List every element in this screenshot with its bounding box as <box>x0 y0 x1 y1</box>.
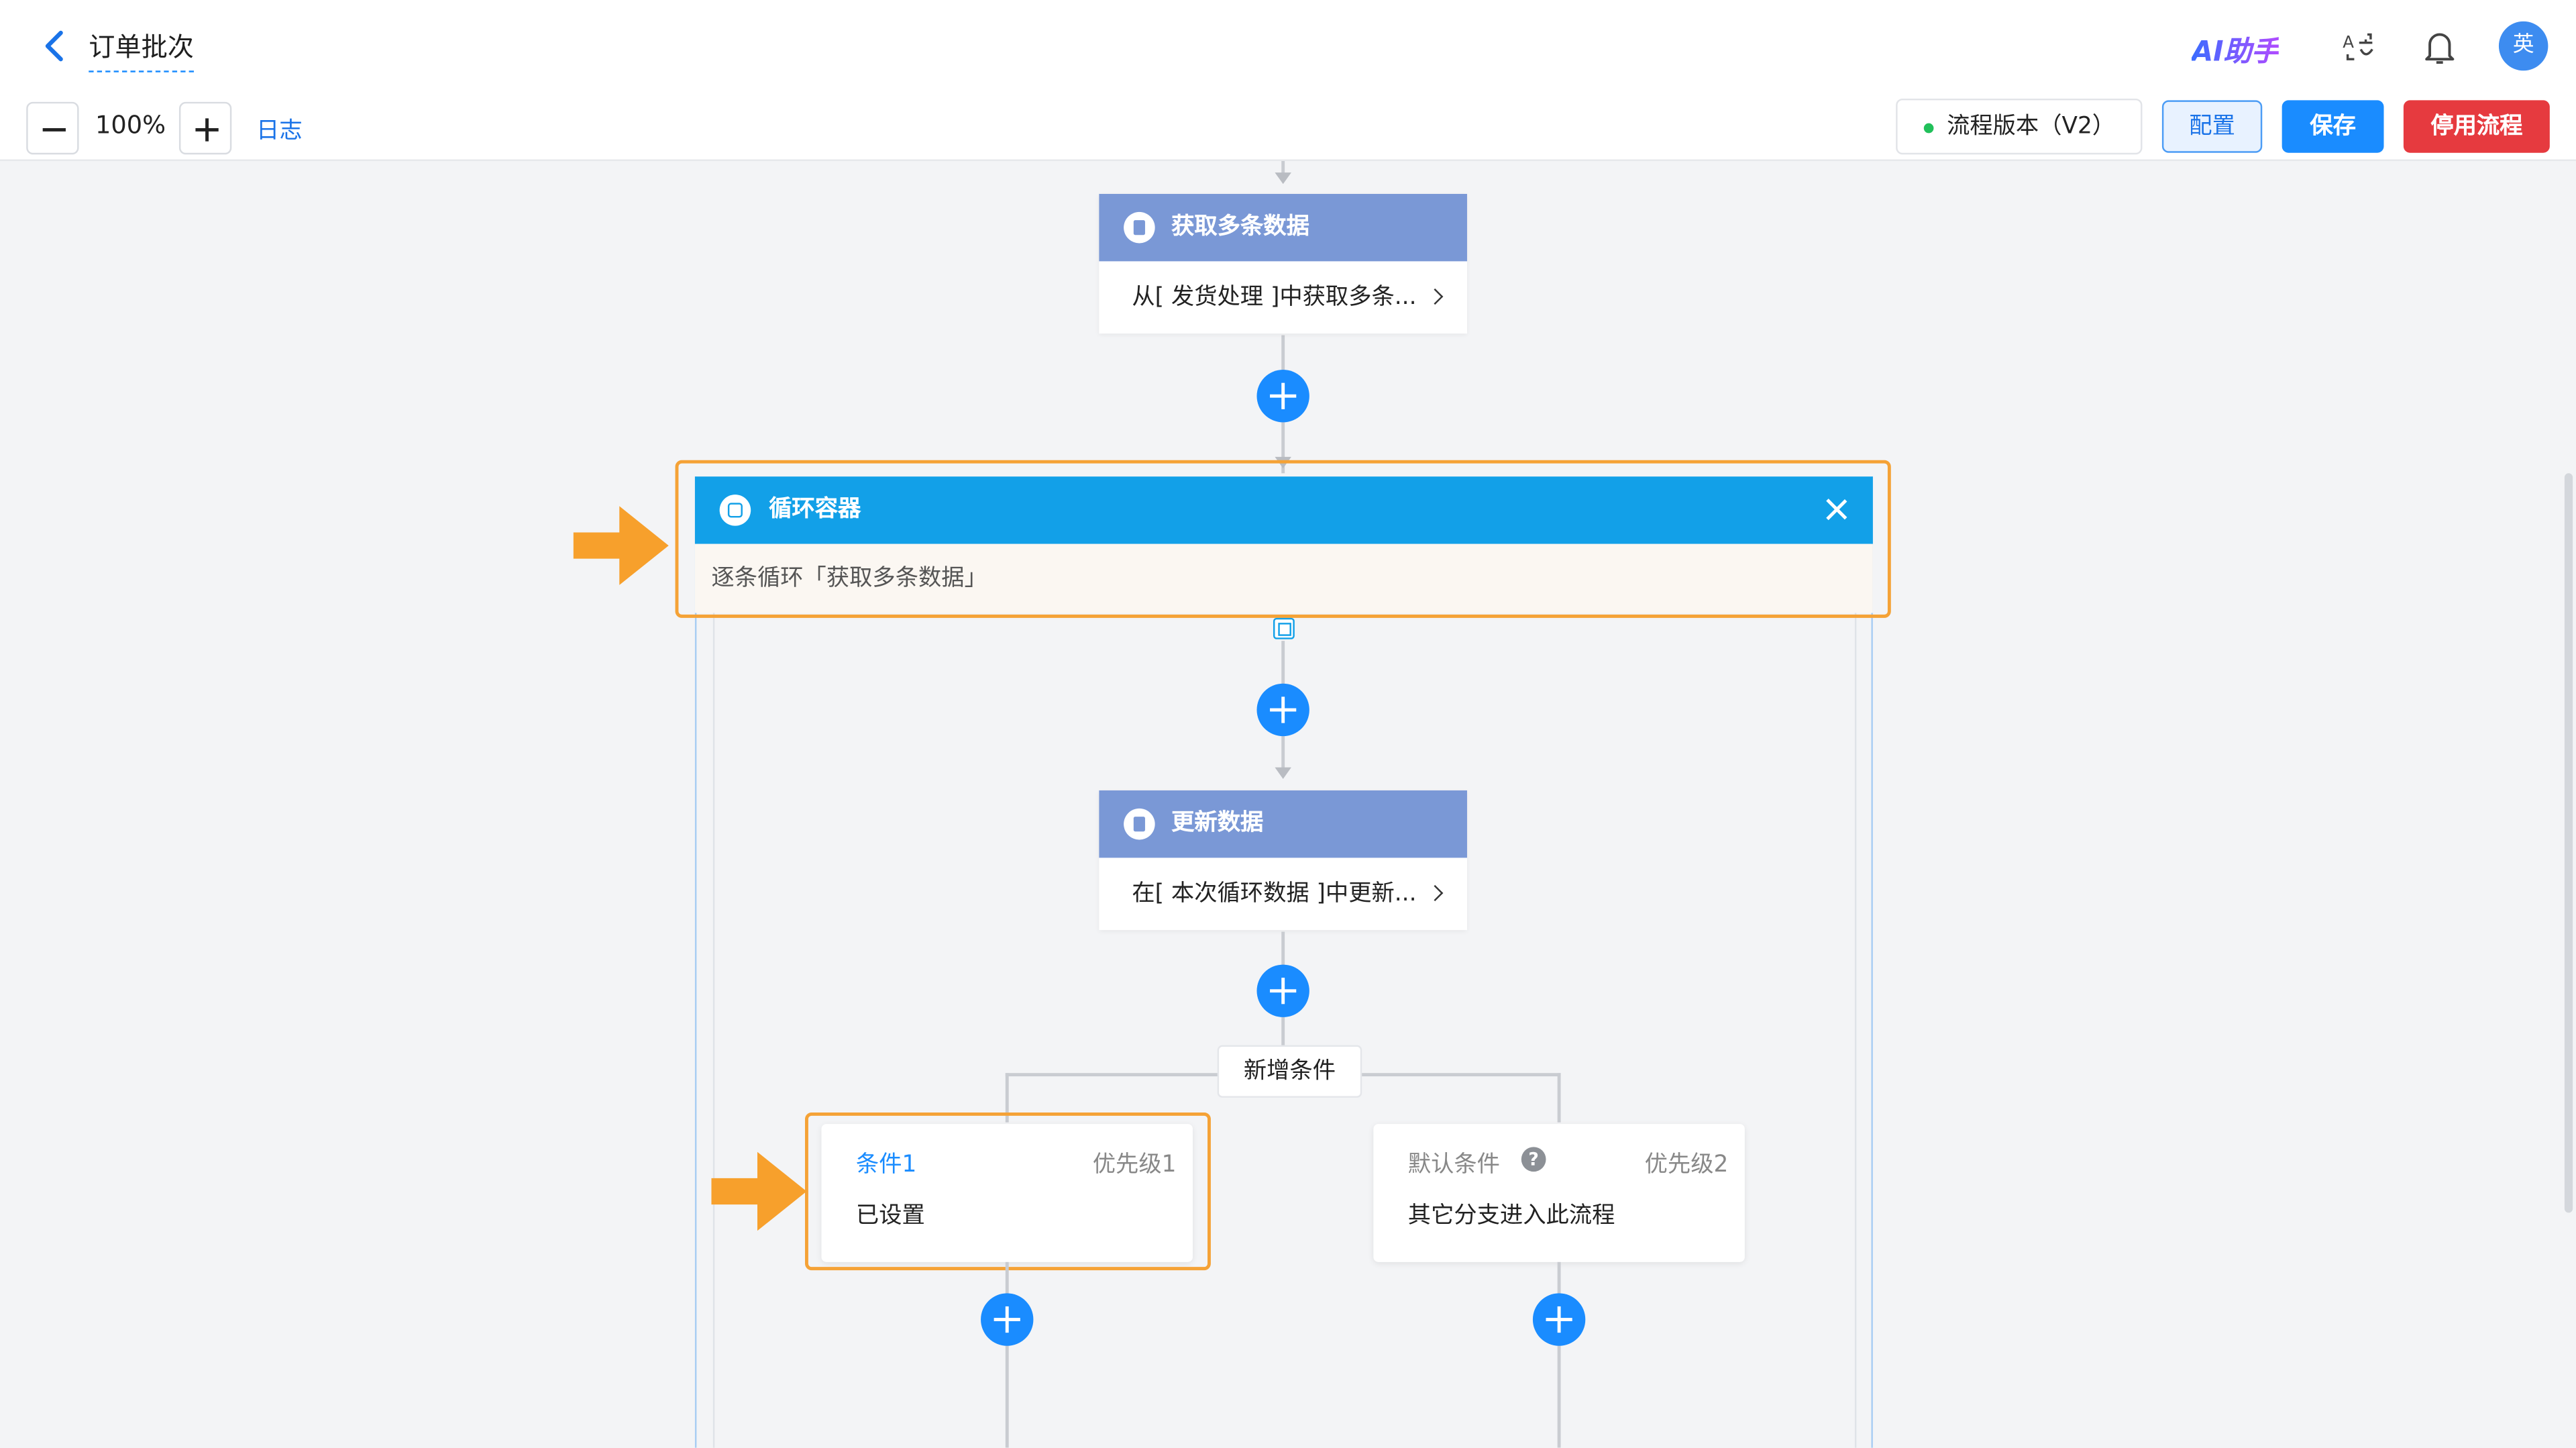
document-icon <box>1124 211 1155 244</box>
connector-arrow <box>1275 767 1291 779</box>
orange-arrow-icon <box>711 1151 807 1231</box>
back-arrow-icon[interactable] <box>40 26 69 66</box>
node-body: 在[ 本次循环数据 ]中更新... <box>1099 858 1467 930</box>
node-title: 获取多条数据 <box>1171 213 1309 240</box>
log-link[interactable]: 日志 <box>256 113 303 146</box>
node-description: 从[ 发货处理 ]中获取多条... <box>1132 284 1417 311</box>
zoom-in-button[interactable] <box>178 101 232 155</box>
condition-title: 默认条件 <box>1407 1151 1500 1178</box>
node-description: 在[ 本次循环数据 ]中更新... <box>1132 880 1417 907</box>
node-body: 从[ 发货处理 ]中获取多条... <box>1099 261 1467 333</box>
bell-icon[interactable] <box>2422 28 2458 68</box>
document-icon <box>1124 808 1155 840</box>
branch-line <box>1557 1261 1561 1448</box>
status-dot <box>1923 123 1934 134</box>
add-step-button[interactable] <box>1256 370 1309 423</box>
node-header: 更新数据 <box>1099 790 1467 858</box>
flow-version-selector[interactable]: 流程版本（V2） <box>1896 98 2143 155</box>
loop-highlight-frame <box>675 460 1891 618</box>
branch-line <box>1005 1261 1009 1448</box>
flow-version-label: 流程版本（V2） <box>1947 113 2116 140</box>
update-data-node[interactable]: 更新数据 在[ 本次循环数据 ]中更新... <box>1099 790 1467 931</box>
vertical-scrollbar[interactable] <box>2564 473 2573 1213</box>
add-step-button[interactable] <box>1256 964 1309 1017</box>
orange-arrow-icon <box>573 506 669 585</box>
loop-start-icon <box>1273 617 1295 639</box>
page-title: 订单批次 <box>89 25 195 72</box>
chevron-right-icon <box>1427 288 1444 305</box>
zoom-out-button[interactable] <box>26 101 79 155</box>
node-header: 获取多条数据 <box>1099 193 1467 262</box>
condition-card-default[interactable]: 默认条件 ? 优先级2 其它分支进入此流程 <box>1373 1124 1745 1262</box>
flow-canvas[interactable]: 获取多条数据 从[ 发货处理 ]中获取多条... 循环容器 逐条循环「获取多条数… <box>0 161 2576 1448</box>
condition-highlight-frame <box>805 1112 1211 1271</box>
ai-helper-button[interactable]: AI助手 <box>2192 28 2279 69</box>
translate-icon[interactable]: A <box>2341 30 2377 66</box>
minus-icon <box>42 128 66 132</box>
svg-text:A: A <box>2343 32 2354 52</box>
help-icon[interactable]: ? <box>1521 1147 1546 1172</box>
connector-arrow <box>1275 172 1291 185</box>
zoom-level: 100% <box>95 110 166 140</box>
disable-flow-button[interactable]: 停用流程 <box>2403 100 2550 153</box>
add-step-button[interactable] <box>981 1293 1034 1346</box>
get-data-node[interactable]: 获取多条数据 从[ 发货处理 ]中获取多条... <box>1099 193 1467 334</box>
branch-line <box>1557 1073 1561 1123</box>
save-button[interactable]: 保存 <box>2282 100 2384 153</box>
add-step-button[interactable] <box>1532 1293 1586 1346</box>
app-stage: 订单批次 AI助手 A 英 100% 日志 流程版本（V2） 配置 保存 停用流… <box>0 0 2576 1448</box>
avatar[interactable]: 英 <box>2498 21 2548 71</box>
add-condition-button[interactable]: 新增条件 <box>1217 1045 1362 1098</box>
toolbar: 100% 日志 流程版本（V2） 配置 保存 停用流程 <box>0 95 2576 162</box>
plus-icon <box>195 118 219 142</box>
condition-description: 其它分支进入此流程 <box>1407 1202 1615 1229</box>
config-button[interactable]: 配置 <box>2161 100 2263 153</box>
condition-priority: 优先级2 <box>1644 1151 1729 1178</box>
node-title: 更新数据 <box>1171 810 1264 837</box>
top-bar: 订单批次 AI助手 A 英 <box>0 0 2576 96</box>
add-step-button[interactable] <box>1256 683 1309 737</box>
chevron-right-icon <box>1427 884 1444 902</box>
